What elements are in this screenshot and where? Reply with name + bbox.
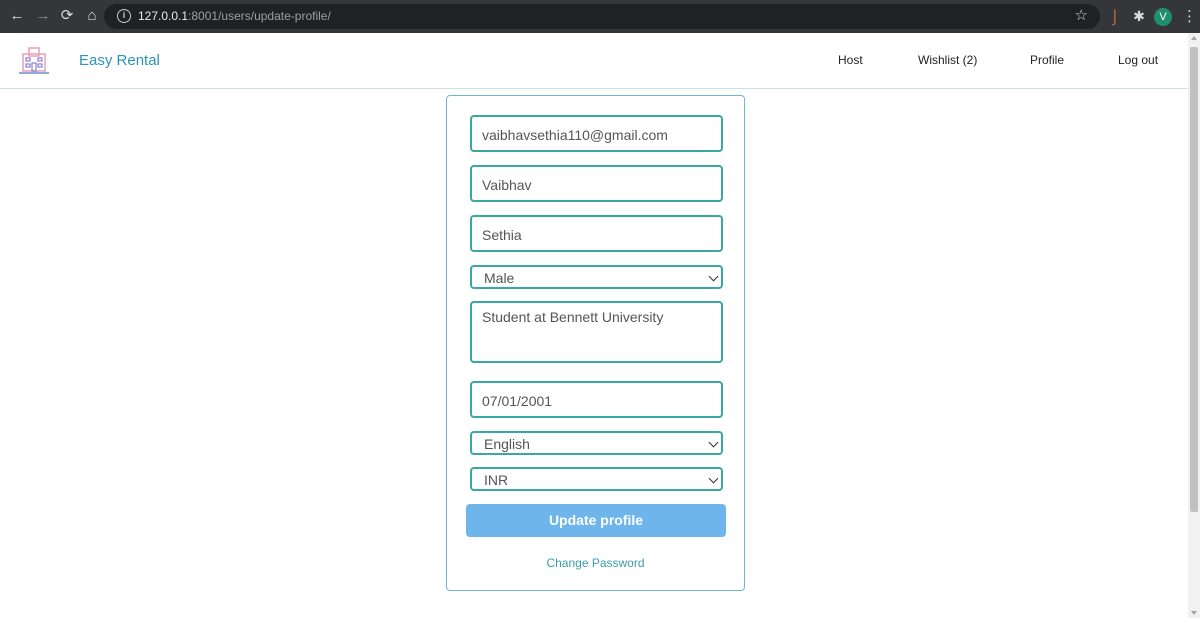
puzzle-extensions-icon[interactable]: ✱ [1130, 7, 1148, 25]
last-name-field[interactable]: Sethia [470, 215, 723, 252]
back-icon[interactable]: ← [8, 7, 26, 25]
update-profile-card: vaibhavsethia110@gmail.com Vaibhav Sethi… [446, 95, 745, 591]
chevron-down-icon [708, 437, 719, 448]
menu-kebab-icon[interactable]: ⋮ [1182, 7, 1197, 25]
address-bar[interactable]: i 127.0.0.1:8001/users/update-profile/ ☆ [104, 4, 1100, 29]
url-text: 127.0.0.1:8001/users/update-profile/ [138, 9, 331, 23]
profile-avatar[interactable]: V [1154, 8, 1172, 26]
browser-toolbar: ← → ⟳ ⌂ i 127.0.0.1:8001/users/update-pr… [0, 0, 1200, 33]
gender-select[interactable]: Male [470, 265, 723, 289]
currency-select[interactable]: INR [470, 467, 723, 491]
reload-icon[interactable]: ⟳ [58, 7, 76, 25]
chevron-down-icon [708, 473, 719, 484]
site-header: Easy Rental Host Wishlist (2) Profile Lo… [0, 33, 1188, 89]
brand-name[interactable]: Easy Rental [79, 52, 160, 69]
extension-icon[interactable]: ⌡ [1106, 7, 1124, 25]
bio-textarea[interactable]: Student at Bennett University [470, 301, 723, 363]
currency-value: INR [484, 472, 509, 488]
update-profile-button[interactable]: Update profile [466, 504, 726, 537]
chevron-down-icon [708, 271, 719, 282]
gender-value: Male [484, 270, 515, 286]
home-icon[interactable]: ⌂ [83, 7, 101, 25]
forward-icon[interactable]: → [34, 7, 52, 25]
birthdate-field[interactable]: 07/01/2001 [470, 381, 723, 418]
nav-wishlist[interactable]: Wishlist (2) [918, 53, 977, 67]
url-path: :8001/users/update-profile/ [188, 9, 331, 23]
scroll-down-icon[interactable] [1191, 611, 1197, 615]
nav-logout[interactable]: Log out [1118, 53, 1158, 67]
language-value: English [484, 436, 530, 452]
language-select[interactable]: English [470, 431, 723, 455]
first-name-field[interactable]: Vaibhav [470, 165, 723, 202]
bookmark-star-icon[interactable]: ☆ [1075, 6, 1088, 24]
logo-icon[interactable] [18, 45, 50, 77]
nav-profile[interactable]: Profile [1030, 53, 1064, 67]
scrollbar-thumb[interactable] [1190, 47, 1198, 512]
email-field[interactable]: vaibhavsethia110@gmail.com [470, 115, 723, 152]
page-scrollbar[interactable] [1188, 33, 1200, 618]
change-password-link[interactable]: Change Password [447, 556, 744, 570]
nav-host[interactable]: Host [838, 53, 863, 67]
scroll-up-icon[interactable] [1191, 36, 1197, 40]
site-info-icon[interactable]: i [117, 9, 131, 23]
url-host: 127.0.0.1 [138, 9, 189, 23]
